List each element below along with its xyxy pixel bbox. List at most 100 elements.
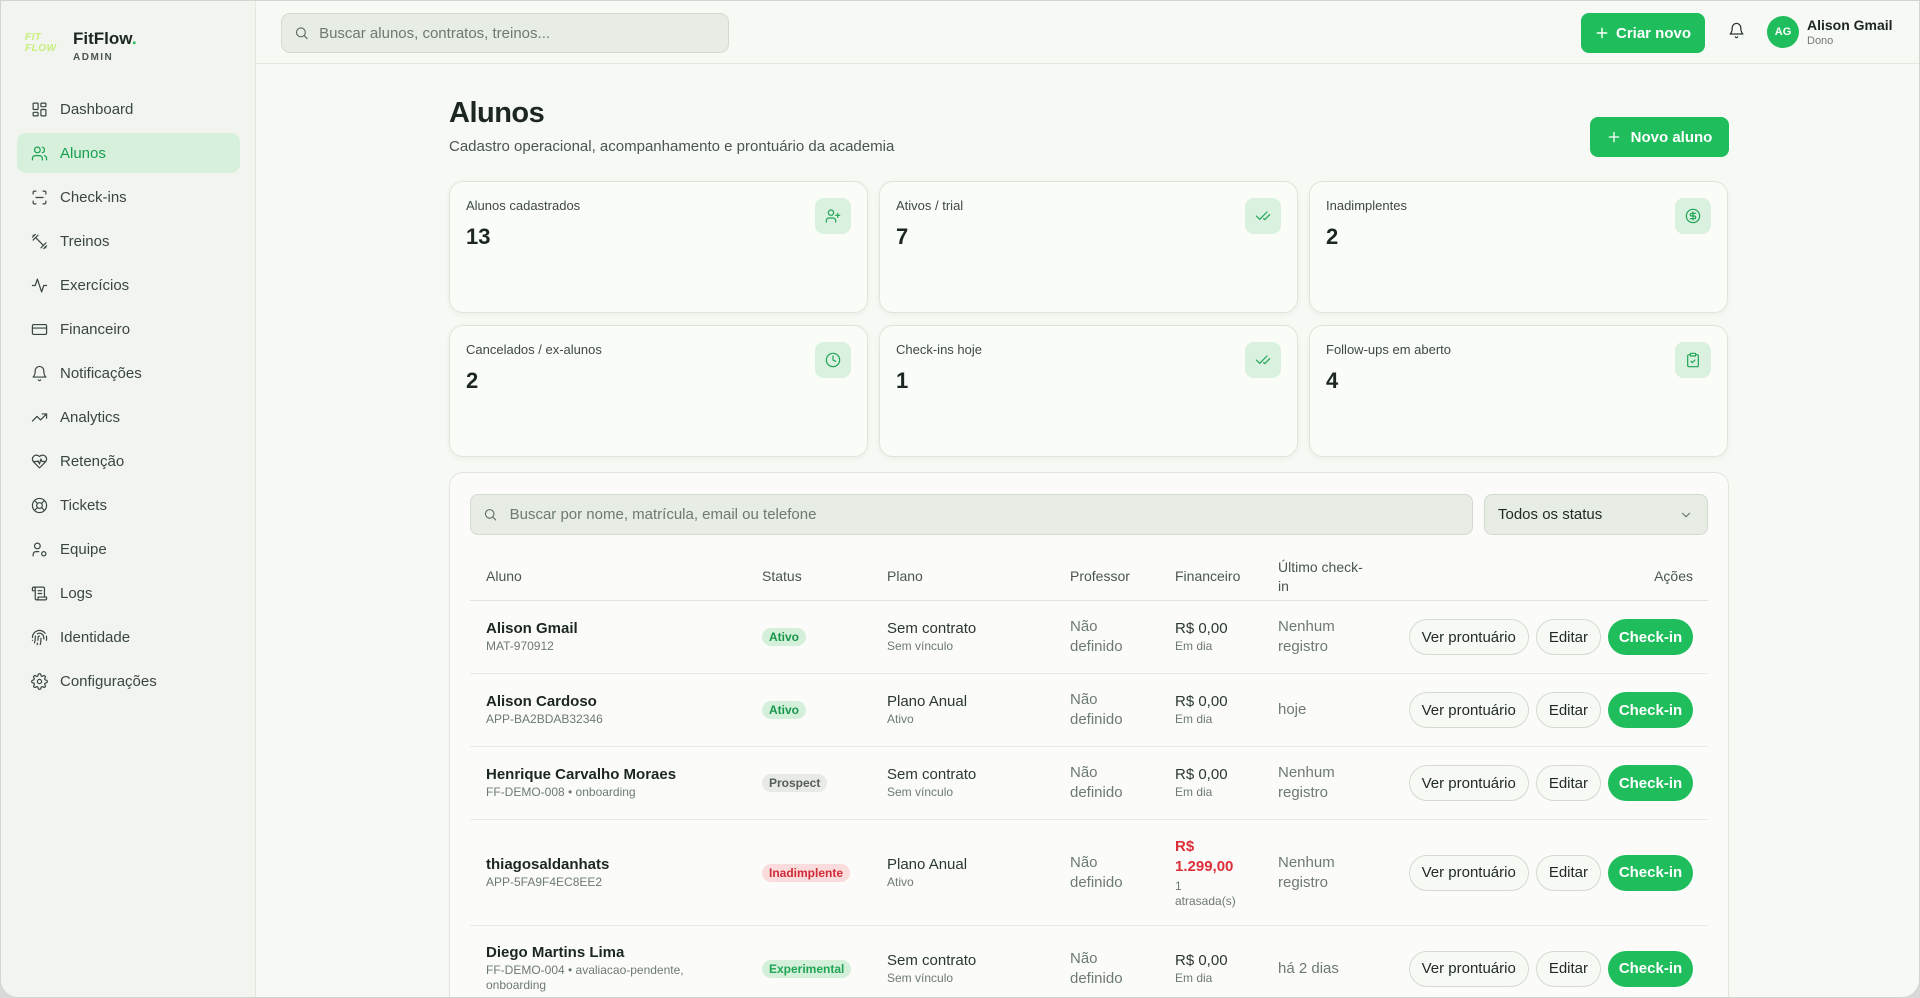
stat-label: Inadimplentes xyxy=(1326,198,1407,213)
brand[interactable]: FIT FLOW FitFlow. ADMIN xyxy=(25,29,137,63)
plan-name: Sem contrato xyxy=(887,620,977,637)
header-ultimo-checkin: Último check-in xyxy=(1278,558,1363,594)
sidebar-item-dashboard[interactable]: Dashboard xyxy=(17,89,240,129)
brand-name: FitFlow. xyxy=(73,29,137,48)
scroll-icon xyxy=(30,584,48,602)
cell-professor: Não definido xyxy=(1070,747,1140,819)
sidebar-item-logs[interactable]: Logs xyxy=(17,573,240,613)
checkin-button[interactable]: Check-in xyxy=(1608,692,1693,728)
sidebar-item-identidade[interactable]: Identidade xyxy=(17,617,240,657)
table-row[interactable]: Henrique Carvalho Moraes FF-DEMO-008 • on… xyxy=(470,747,1708,820)
sidebar-item-analytics[interactable]: Analytics xyxy=(17,397,240,437)
plan-status: Sem vínculo xyxy=(887,639,954,653)
view-record-button[interactable]: Ver prontuário xyxy=(1408,765,1529,801)
notifications-bell-icon[interactable] xyxy=(1728,22,1745,39)
sidebar-item-check-ins[interactable]: Check-ins xyxy=(17,177,240,217)
credit-card-icon xyxy=(30,320,48,338)
checkin-button[interactable]: Check-in xyxy=(1608,765,1693,801)
sidebar-item-financeiro[interactable]: Financeiro xyxy=(17,309,240,349)
student-name[interactable]: Diego Martins Lima xyxy=(486,944,746,961)
student-name[interactable]: Alison Cardoso xyxy=(486,693,746,710)
financial-amount: R$ 0,00 xyxy=(1175,620,1228,637)
view-record-button[interactable]: Ver prontuário xyxy=(1408,619,1529,655)
header-status: Status xyxy=(762,568,802,584)
cell-professor: Não definido xyxy=(1070,601,1140,673)
table-row[interactable]: thiagosaldanhats APP-5FA9F4EC8EE2 Inadimpl… xyxy=(470,820,1708,926)
sidebar-item-equipe[interactable]: Equipe xyxy=(17,529,240,569)
professor-name: Não definido xyxy=(1070,764,1123,801)
cell-aluno: Alison Cardoso APP-BA2BDAB32346 xyxy=(486,674,746,746)
cell-plano: Sem contrato Sem vínculo xyxy=(887,747,976,819)
edit-button[interactable]: Editar xyxy=(1535,950,1601,987)
brand-logo: FIT FLOW xyxy=(25,32,57,54)
student-name[interactable]: Henrique Carvalho Moraes xyxy=(486,766,746,783)
financial-status: Em dia xyxy=(1175,785,1213,799)
global-search-input[interactable] xyxy=(319,24,728,42)
cell-aluno: thiagosaldanhats APP-5FA9F4EC8EE2 xyxy=(486,820,746,925)
sidebar-item-configuracoes[interactable]: Configurações xyxy=(17,661,240,701)
financial-status: Em dia xyxy=(1175,639,1213,653)
stat-value: 4 xyxy=(1326,368,1339,393)
edit-button[interactable]: Editar xyxy=(1535,692,1601,728)
sidebar-item-label: Financeiro xyxy=(60,320,131,338)
cell-ultimo-checkin: Nenhum registro xyxy=(1278,820,1358,925)
cell-plano: Plano Anual Ativo xyxy=(887,674,967,746)
table-row[interactable]: Diego Martins Lima FF-DEMO-004 • avaliaca… xyxy=(470,926,1708,997)
sidebar-item-retencao[interactable]: Retenção xyxy=(17,441,240,481)
life-buoy-icon xyxy=(30,496,48,514)
sidebar-item-label: Notificações xyxy=(60,364,142,382)
checkin-button[interactable]: Check-in xyxy=(1608,950,1693,987)
status-badge: Prospect xyxy=(762,774,828,792)
checkin-button[interactable]: Check-in xyxy=(1608,854,1693,891)
user-menu[interactable]: AG Alison Gmail Dono xyxy=(1767,16,1893,48)
chevron-down-icon xyxy=(1681,512,1691,517)
sidebar-item-alunos[interactable]: Alunos xyxy=(17,133,240,173)
sidebar-item-treinos[interactable]: Treinos xyxy=(17,221,240,261)
students-search[interactable] xyxy=(470,494,1473,535)
create-new-button[interactable]: Criar novo xyxy=(1581,13,1705,53)
sidebar-item-notificacoes[interactable]: Notificações xyxy=(17,353,240,393)
cell-professor: Não definido xyxy=(1070,926,1140,997)
sidebar-item-exercicios[interactable]: Exercícios xyxy=(17,265,240,305)
professor-name: Não definido xyxy=(1070,853,1123,891)
stat-card: Alunos cadastrados 13 xyxy=(449,181,868,313)
bell-icon xyxy=(30,364,48,382)
edit-button[interactable]: Editar xyxy=(1535,854,1601,891)
status-filter-select[interactable]: Todos os status xyxy=(1484,494,1708,535)
status-badge: Experimental xyxy=(762,959,852,978)
view-record-button[interactable]: Ver prontuário xyxy=(1408,950,1529,987)
stat-card: Check-ins hoje 1 xyxy=(879,325,1298,457)
students-table-card: Todos os status Aluno Status Plano Profe… xyxy=(449,472,1729,997)
cell-financeiro: R$ 0,00 Em dia xyxy=(1175,926,1245,997)
cell-professor: Não definido xyxy=(1070,674,1140,746)
sidebar-item-label: Check-ins xyxy=(60,188,127,206)
stat-label: Cancelados / ex-alunos xyxy=(466,342,602,357)
global-search[interactable] xyxy=(281,13,729,53)
stat-label: Follow-ups em aberto xyxy=(1326,342,1451,357)
plan-status: Ativo xyxy=(887,874,914,889)
header-financeiro: Financeiro xyxy=(1175,568,1241,584)
students-search-input[interactable] xyxy=(509,506,1472,523)
table-row[interactable]: Alison Gmail MAT-970912 Ativo Sem contrato S… xyxy=(470,601,1708,674)
plus-icon xyxy=(1608,131,1619,143)
cell-status: Prospect xyxy=(762,747,828,819)
stat-card: Inadimplentes 2 xyxy=(1309,181,1728,313)
view-record-button[interactable]: Ver prontuário xyxy=(1408,692,1529,728)
checkin-button[interactable]: Check-in xyxy=(1608,619,1693,655)
row-actions: Ver prontuário Editar Check-in xyxy=(1408,747,1693,819)
view-record-button[interactable]: Ver prontuário xyxy=(1408,854,1529,891)
cell-ultimo-checkin: há 2 dias xyxy=(1278,926,1358,997)
topbar: Criar novo AG Alison Gmail Dono xyxy=(256,1,1919,64)
edit-button[interactable]: Editar xyxy=(1535,619,1601,655)
last-checkin: Nenhum registro xyxy=(1278,764,1335,801)
student-name[interactable]: thiagosaldanhats xyxy=(486,856,746,873)
last-checkin: hoje xyxy=(1278,701,1307,718)
sidebar-item-label: Tickets xyxy=(60,496,107,514)
new-student-button[interactable]: Novo aluno xyxy=(1590,117,1729,157)
student-name[interactable]: Alison Gmail xyxy=(486,620,746,637)
table-row[interactable]: Alison Cardoso APP-BA2BDAB32346 Ativo Plano… xyxy=(470,674,1708,747)
sidebar-item-tickets[interactable]: Tickets xyxy=(17,485,240,525)
stat-value: 2 xyxy=(466,368,479,393)
edit-button[interactable]: Editar xyxy=(1535,765,1601,801)
fingerprint-icon xyxy=(30,628,48,646)
